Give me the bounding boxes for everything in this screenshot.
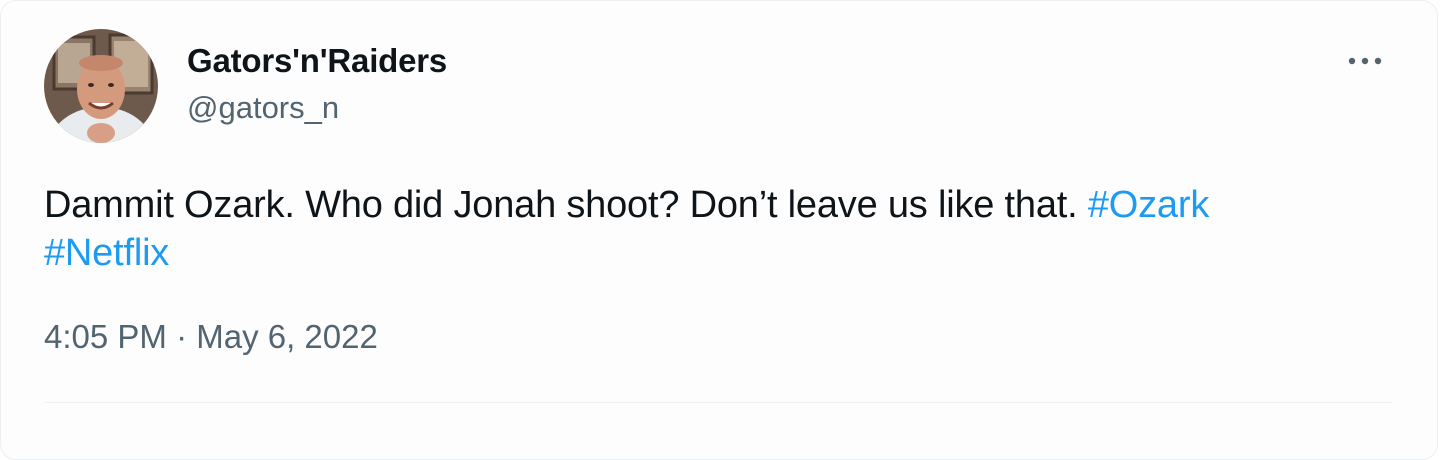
tweet-text: Dammit Ozark. Who did Jonah shoot? Don’t…	[44, 181, 1384, 277]
hashtag-netflix[interactable]: #Netflix	[44, 232, 169, 274]
tweet-card: Gators'n'Raiders @gators_n Dammit Ozark.…	[0, 0, 1438, 460]
divider	[44, 402, 1393, 403]
more-horizontal-icon	[1348, 57, 1382, 65]
more-options-button[interactable]	[1341, 39, 1389, 83]
user-avatar-photo-icon	[44, 29, 158, 143]
tweet-time[interactable]: 4:05 PM	[44, 318, 167, 356]
avatar[interactable]	[44, 29, 158, 143]
hashtag-ozark[interactable]: #Ozark	[1088, 184, 1209, 226]
display-name[interactable]: Gators'n'Raiders	[187, 42, 447, 80]
timestamp: 4:05 PM · May 6, 2022	[44, 318, 378, 356]
tweet-body: Dammit Ozark. Who did Jonah shoot? Don’t…	[44, 184, 1088, 226]
user-handle[interactable]: @gators_n	[187, 90, 339, 126]
timestamp-separator: ·	[166, 318, 197, 355]
tweet-date[interactable]: May 6, 2022	[196, 318, 378, 356]
